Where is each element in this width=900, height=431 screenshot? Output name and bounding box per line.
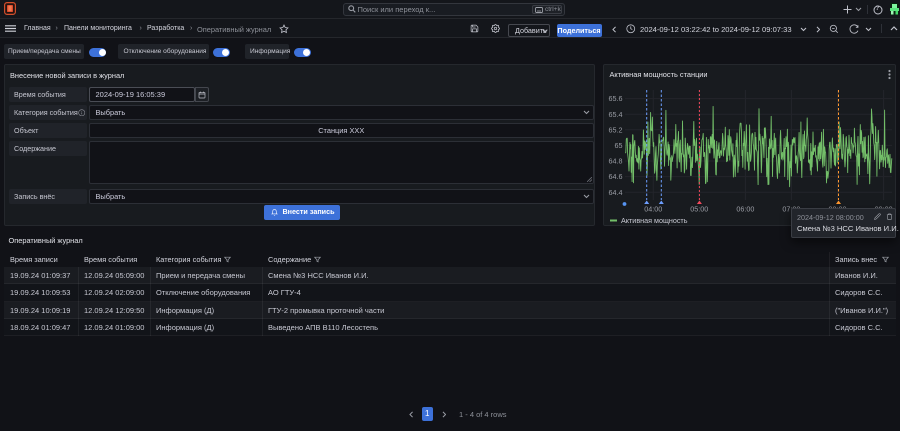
svg-text:04:00: 04:00 [644, 205, 662, 214]
svg-text:05:00: 05:00 [690, 205, 708, 214]
svg-text:64.4: 64.4 [609, 188, 623, 197]
svg-text:65.4: 65.4 [609, 110, 623, 119]
svg-text:06:00: 06:00 [736, 205, 754, 214]
svg-text:Активная мощность: Активная мощность [621, 216, 688, 225]
svg-text:65.2: 65.2 [609, 125, 623, 134]
svg-text:64.8: 64.8 [609, 157, 623, 166]
svg-text:64.6: 64.6 [609, 172, 623, 181]
svg-text:65: 65 [615, 141, 623, 150]
svg-text:65.6: 65.6 [609, 94, 623, 103]
